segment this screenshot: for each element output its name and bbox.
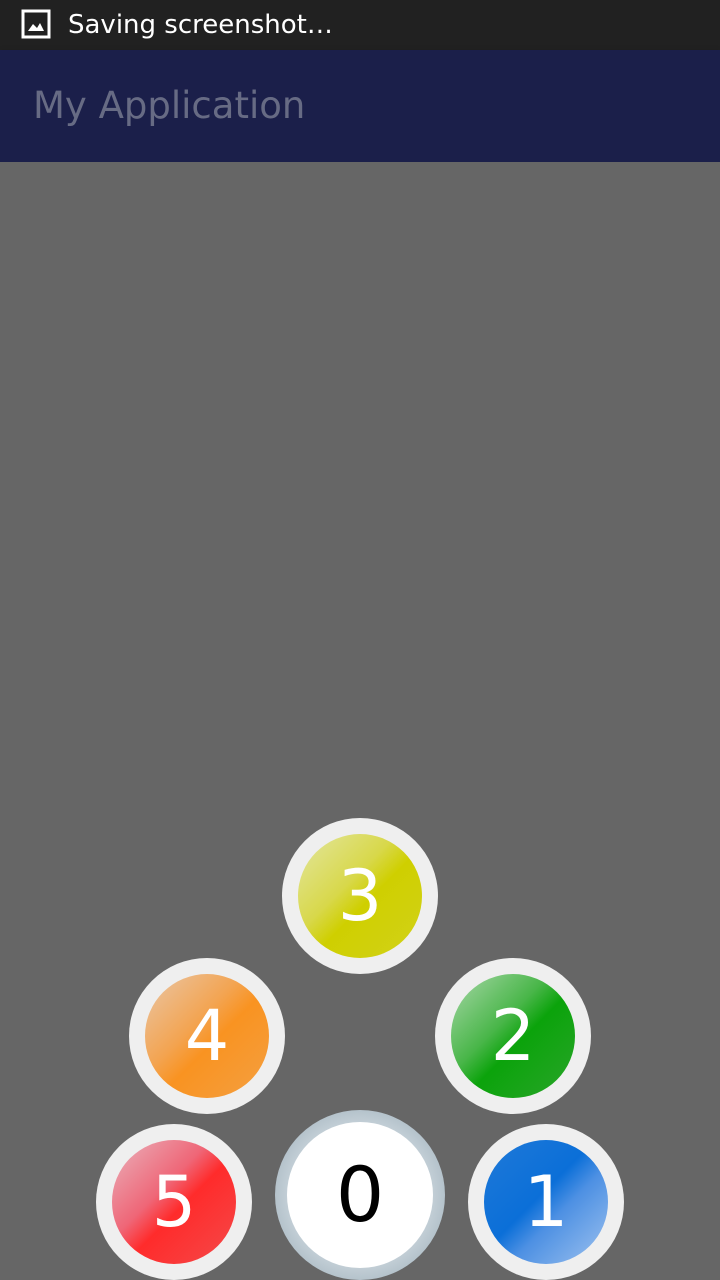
button-3[interactable]: 3 <box>282 818 438 974</box>
status-bar: Saving screenshot… <box>0 0 720 50</box>
status-text: Saving screenshot… <box>68 10 333 40</box>
screenshot-icon <box>21 9 51 39</box>
button-1[interactable]: 1 <box>468 1124 624 1280</box>
button-0[interactable]: 0 <box>275 1110 445 1280</box>
button-4-label: 4 <box>184 995 230 1077</box>
app-bar: My Application <box>0 50 720 162</box>
button-0-label: 0 <box>335 1150 385 1239</box>
button-5[interactable]: 5 <box>96 1124 252 1280</box>
button-4[interactable]: 4 <box>129 958 285 1114</box>
button-3-label: 3 <box>337 855 383 937</box>
button-5-label: 5 <box>151 1161 197 1243</box>
button-1-label: 1 <box>523 1161 569 1243</box>
app-title: My Application <box>33 84 306 127</box>
button-2-label: 2 <box>490 995 536 1077</box>
button-2[interactable]: 2 <box>435 958 591 1114</box>
